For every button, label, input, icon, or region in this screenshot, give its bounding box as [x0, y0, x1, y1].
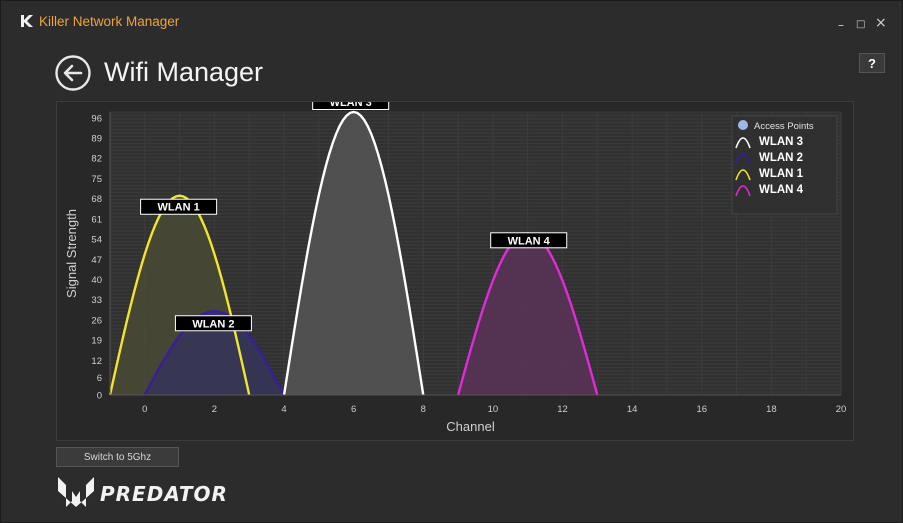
- series-label-text: WLAN 4: [508, 235, 551, 247]
- y-tick-label: 6: [97, 373, 102, 384]
- x-tick-label: 4: [281, 404, 286, 415]
- x-tick-label: 10: [488, 404, 499, 415]
- y-tick-label: 40: [91, 275, 102, 286]
- series-label-wlan-3: WLAN 3: [312, 102, 390, 110]
- series-label-wlan-1: WLAN 1: [140, 198, 218, 215]
- y-tick-label: 75: [91, 174, 102, 185]
- y-tick-label: 0: [97, 391, 102, 402]
- x-tick-label: 18: [766, 404, 777, 415]
- access-points-icon: [738, 120, 748, 130]
- signal-chart-panel: 0 6 12 19 26 33 40 47 54 61 68 75 82 89 96 0 2 4 6 8 10 12 14 1…: [56, 101, 854, 441]
- maximize-button[interactable]: □: [856, 19, 865, 31]
- legend: Access Points WLAN 3 WLAN 2 WLAN 1 WLAN 4: [731, 115, 838, 215]
- app-window: Killer Network Manager – □ × Wifi Manage…: [0, 0, 903, 523]
- x-tick-label: 12: [557, 404, 568, 415]
- legend-entry: WLAN 4: [759, 184, 804, 196]
- x-tick-label: 14: [627, 404, 638, 415]
- app-title: Killer Network Manager: [39, 14, 180, 29]
- predator-logo-icon: [58, 477, 94, 507]
- legend-entry: WLAN 1: [759, 168, 804, 180]
- legend-entry: WLAN 2: [759, 152, 803, 164]
- x-tick-label: 0: [142, 404, 147, 415]
- title-bar: Killer Network Manager – □ ×: [1, 1, 903, 35]
- x-tick-label: 8: [421, 404, 426, 415]
- y-tick-label: 89: [91, 133, 102, 144]
- y-tick-label: 47: [91, 255, 102, 266]
- y-tick-label: 96: [91, 113, 102, 124]
- series-label-text: WLAN 2: [192, 318, 234, 330]
- brand-name: PREDATOR: [100, 482, 228, 506]
- x-tick-label: 20: [836, 404, 847, 415]
- y-tick-label: 26: [91, 315, 102, 326]
- x-tick-label: 6: [351, 404, 356, 415]
- y-tick-label: 54: [91, 235, 102, 246]
- y-axis-label: Signal Strength: [64, 209, 79, 298]
- signal-strength-chart: 06121926334047546168758289960 2 4 6 8 10 12 14 1…: [64, 102, 847, 434]
- series-label-wlan-2: WLAN 2: [174, 315, 252, 332]
- y-tick-label: 61: [91, 214, 102, 225]
- legend-title: Access Points: [754, 121, 814, 132]
- x-tick-label: 2: [212, 404, 217, 415]
- series-label-text: WLAN 3: [330, 102, 372, 109]
- y-tick-label: 82: [91, 154, 102, 165]
- back-arrow-icon[interactable]: [54, 54, 92, 92]
- help-button[interactable]: ?: [859, 53, 885, 73]
- y-tick-label: 19: [91, 336, 102, 347]
- minimize-button[interactable]: –: [838, 19, 844, 31]
- predator-logo: PREDATOR: [58, 477, 228, 507]
- legend-entry: WLAN 3: [759, 136, 803, 148]
- x-axis-label: Channel: [446, 419, 495, 434]
- close-button[interactable]: ×: [875, 16, 887, 30]
- y-tick-label: 12: [91, 356, 102, 367]
- switch-band-button[interactable]: Switch to 5Ghz: [56, 447, 179, 467]
- y-tick-label: 33: [91, 295, 102, 306]
- series-label-wlan-4: WLAN 4: [490, 232, 568, 249]
- y-tick-label: 68: [91, 194, 102, 205]
- x-tick-label: 16: [696, 404, 707, 415]
- series-label-text: WLAN 1: [158, 202, 200, 214]
- killer-logo-icon: [21, 15, 33, 27]
- page-title: Wifi Manager: [104, 57, 264, 87]
